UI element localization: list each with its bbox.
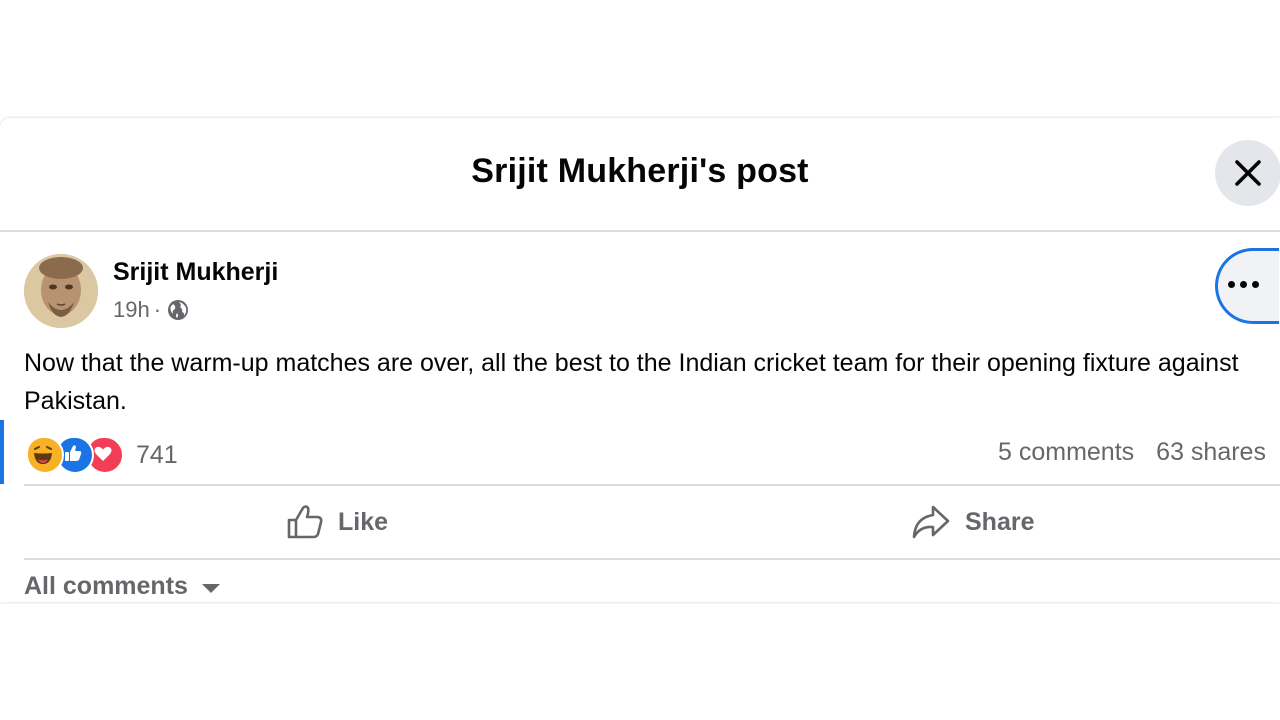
post-text: Now that the warm-up matches are over, a… [24, 349, 1239, 415]
close-button[interactable] [1215, 140, 1280, 206]
shares-count[interactable]: 63 shares [1156, 438, 1266, 466]
reactions-summary[interactable]: 741 [26, 436, 178, 474]
avatar[interactable] [24, 254, 98, 328]
like-label: Like [338, 507, 389, 536]
reaction-count[interactable]: 741 [136, 441, 178, 470]
post-dialog: Srijit Mukherji's post Srijit Mukherji 1… [0, 118, 1280, 602]
page: Srijit Mukherji's post Srijit Mukherji 1… [0, 0, 1280, 720]
focus-indicator [0, 420, 4, 484]
like-button[interactable]: Like [286, 486, 388, 558]
dialog-header: Srijit Mukherji's post [0, 118, 1280, 232]
post-time[interactable]: 19h [113, 297, 150, 323]
dialog-title: Srijit Mukherji's post [471, 152, 809, 190]
comments-filter-label: All comments [24, 572, 188, 600]
post-meta: 19h · [113, 297, 189, 323]
close-icon [1235, 160, 1261, 186]
more-options-button[interactable] [1215, 248, 1279, 324]
share-label: Share [965, 507, 1035, 536]
author-name[interactable]: Srijit Mukherji [113, 258, 278, 287]
globe-icon [168, 300, 189, 320]
more-icon [1228, 281, 1259, 288]
comments-count[interactable]: 5 comments [998, 438, 1134, 466]
post-actions: Like Share [24, 484, 1280, 560]
share-button[interactable]: Share [911, 486, 1034, 558]
comments-filter-dropdown[interactable]: All comments [24, 572, 220, 601]
meta-separator: · [153, 297, 162, 322]
caret-down-icon [201, 584, 220, 593]
haha-icon [26, 436, 64, 474]
engagement-stats: 5 comments 63 shares [998, 438, 1266, 467]
thumbs-up-icon [287, 505, 323, 539]
share-arrow-icon [912, 505, 950, 539]
